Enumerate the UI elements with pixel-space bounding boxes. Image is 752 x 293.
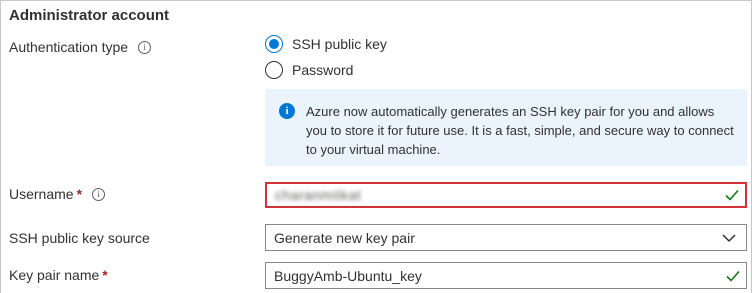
key-pair-name-label-text: Key pair name [9, 267, 100, 283]
section-title: Administrator account [9, 7, 170, 24]
info-filled-icon: i [279, 103, 295, 119]
checkmark-icon [725, 189, 739, 201]
key-pair-name-input[interactable] [274, 263, 746, 288]
ssh-key-source-dropdown[interactable]: Generate new key pair [265, 224, 747, 251]
authentication-type-text: Authentication type [9, 39, 129, 55]
radio-password[interactable]: Password [265, 61, 353, 79]
radio-button-unchecked[interactable] [265, 61, 283, 79]
username-value[interactable]: charanmitkat [275, 187, 361, 203]
radio-label-password: Password [292, 62, 354, 78]
chevron-down-icon [722, 233, 736, 242]
ssh-info-message-bar: i Azure now automatically generates an S… [265, 89, 747, 166]
username-field[interactable]: charanmitkat [265, 182, 747, 208]
info-icon[interactable]: i [138, 40, 152, 54]
required-marker: * [76, 186, 83, 202]
radio-ssh-public-key[interactable]: SSH public key [265, 35, 387, 53]
ssh-key-source-label: SSH public key source [9, 230, 150, 246]
username-label-text: Username [9, 186, 74, 202]
radio-label-ssh: SSH public key [292, 36, 387, 52]
key-pair-name-label: Key pair name * [9, 267, 108, 283]
required-marker: * [102, 267, 108, 283]
radio-button-checked[interactable] [265, 35, 283, 53]
ssh-key-source-label-text: SSH public key source [9, 230, 150, 246]
admin-account-panel: Administrator account Authentication typ… [0, 0, 752, 293]
checkmark-icon [726, 270, 740, 282]
info-icon[interactable]: i [92, 187, 106, 201]
authentication-type-label: Authentication type i [9, 39, 152, 55]
info-message-text: Azure now automatically generates an SSH… [306, 104, 734, 157]
ssh-key-source-selected: Generate new key pair [274, 229, 415, 246]
key-pair-name-field[interactable] [265, 262, 747, 289]
username-label: Username * i [9, 186, 106, 202]
